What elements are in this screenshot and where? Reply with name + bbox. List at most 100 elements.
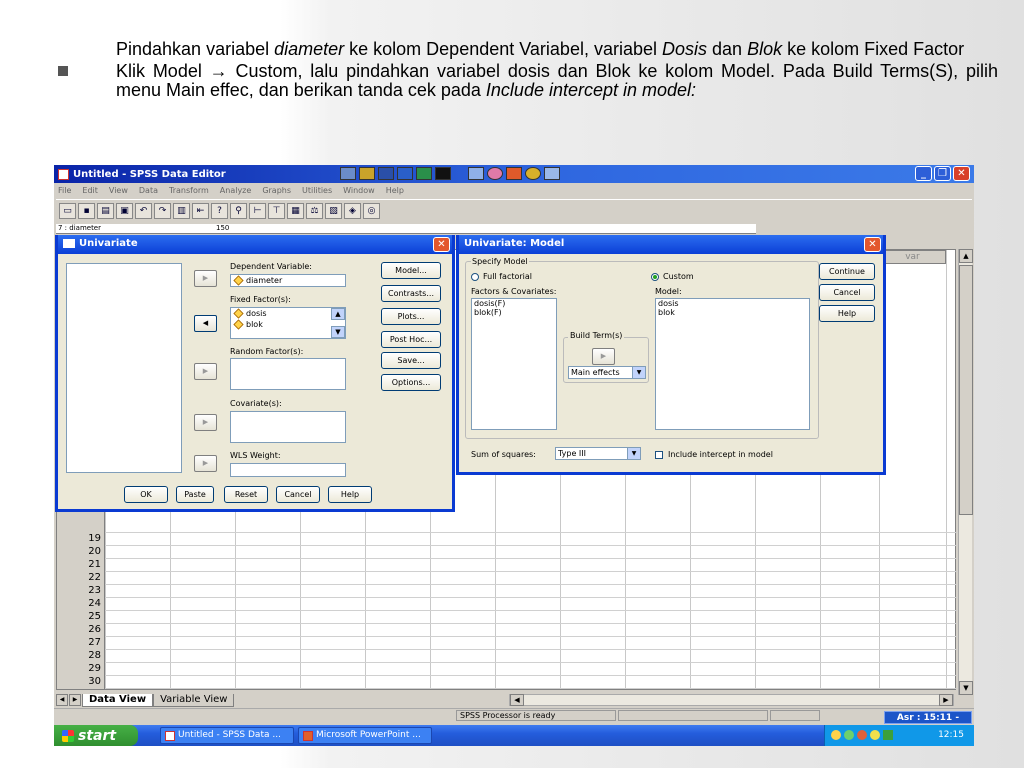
table-row[interactable]: 27 <box>57 637 957 650</box>
table-row[interactable]: 19 <box>57 533 957 546</box>
model-terms-list[interactable]: dosis blok <box>655 298 810 430</box>
start-button[interactable]: start <box>54 725 138 746</box>
chat-icon[interactable] <box>487 167 503 180</box>
network-icon[interactable] <box>340 167 356 180</box>
vertical-scrollbar[interactable]: ▲ ▼ <box>958 249 973 695</box>
table-row[interactable] <box>57 520 957 533</box>
scroll-down-icon[interactable]: ▼ <box>959 681 973 695</box>
cmd-icon[interactable] <box>435 167 451 180</box>
scroll-up-icon[interactable]: ▲ <box>959 249 973 263</box>
find-icon[interactable]: ⚲ <box>230 202 247 219</box>
row-number[interactable]: 23 <box>57 585 105 598</box>
table-row[interactable]: 30 <box>57 676 957 689</box>
row-number[interactable]: 27 <box>57 637 105 650</box>
row-number[interactable]: 22 <box>57 572 105 585</box>
goto-chart-icon[interactable]: ▥ <box>173 202 190 219</box>
globe-icon[interactable] <box>525 167 541 180</box>
list-item[interactable]: blok(F) <box>474 308 556 317</box>
excel-icon[interactable] <box>416 167 432 180</box>
build-term-arrow-icon[interactable]: ▶ <box>592 348 615 365</box>
tray-messenger-icon[interactable] <box>857 730 867 740</box>
restore-icon[interactable]: ❐ <box>934 166 951 181</box>
menu-data[interactable]: Data <box>139 186 158 195</box>
reset-button[interactable]: Reset <box>224 486 268 503</box>
tz-icon[interactable] <box>378 167 394 180</box>
messenger-icon[interactable] <box>506 167 522 180</box>
save-icon[interactable]: ▪ <box>78 202 95 219</box>
list-item[interactable]: blok <box>233 319 345 330</box>
menu-graphs[interactable]: Graphs <box>262 186 291 195</box>
scroll-up-icon[interactable]: ▲ <box>331 308 345 320</box>
menu-help[interactable]: Help <box>386 186 404 195</box>
menu-view[interactable]: View <box>109 186 128 195</box>
row-number[interactable]: 26 <box>57 624 105 637</box>
help-button[interactable]: Help <box>328 486 372 503</box>
chevron-down-icon[interactable]: ▼ <box>627 448 640 459</box>
row-number[interactable]: 24 <box>57 598 105 611</box>
desktop-icon[interactable] <box>544 167 560 180</box>
undo-icon[interactable]: ↶ <box>135 202 152 219</box>
move-wls-arrow-icon[interactable]: ▶ <box>194 455 217 472</box>
select-cases-icon[interactable]: ▧ <box>325 202 342 219</box>
source-variable-list[interactable] <box>66 263 182 473</box>
list-item[interactable]: dosis <box>233 308 345 319</box>
scroll-down-icon[interactable]: ▼ <box>331 326 345 338</box>
row-number[interactable]: 25 <box>57 611 105 624</box>
cell-value[interactable]: 150 <box>216 224 229 232</box>
word-icon[interactable] <box>397 167 413 180</box>
move-covariate-arrow-icon[interactable]: ▶ <box>194 414 217 431</box>
table-row[interactable]: 25 <box>57 611 957 624</box>
chevron-down-icon[interactable]: ▼ <box>632 367 645 378</box>
model-button[interactable]: Model... <box>381 262 441 279</box>
factors-covariates-list[interactable]: dosis(F) blok(F) <box>471 298 557 430</box>
ok-button[interactable]: OK <box>124 486 168 503</box>
scroll-thumb[interactable] <box>959 265 973 515</box>
table-row[interactable]: 24 <box>57 598 957 611</box>
row-number[interactable]: 30 <box>57 676 105 689</box>
var-column-header[interactable]: var <box>879 250 946 264</box>
build-term-select[interactable]: Main effects ▼ <box>568 366 646 379</box>
table-row[interactable]: 22 <box>57 572 957 585</box>
covariate-list[interactable] <box>230 411 346 443</box>
table-row[interactable]: 23 <box>57 585 957 598</box>
tab-right-icon[interactable]: ▶ <box>69 694 81 706</box>
custom-radio[interactable]: Custom <box>651 272 694 281</box>
insert-case-icon[interactable]: ⊢ <box>249 202 266 219</box>
tray-network-icon[interactable] <box>844 730 854 740</box>
insert-variable-icon[interactable]: ⊤ <box>268 202 285 219</box>
row-number[interactable]: 28 <box>57 650 105 663</box>
menu-window[interactable]: Window <box>343 186 375 195</box>
random-factor-list[interactable] <box>230 358 346 390</box>
close-icon[interactable]: ✕ <box>433 237 450 252</box>
tab-data-view[interactable]: Data View <box>82 693 154 707</box>
fixed-factor-list[interactable]: dosis blok ▲ ▼ <box>230 307 346 339</box>
help-button[interactable]: Help <box>819 305 875 322</box>
row-number[interactable]: 20 <box>57 546 105 559</box>
taskbar-item-powerpoint[interactable]: Microsoft PowerPoint ... <box>298 727 432 744</box>
close-icon[interactable]: ✕ <box>953 166 970 181</box>
scroll-right-icon[interactable]: ▶ <box>939 694 953 706</box>
dialog-recall-icon[interactable]: ▣ <box>116 202 133 219</box>
plots-button[interactable]: Plots... <box>381 308 441 325</box>
menu-utilities[interactable]: Utilities <box>302 186 332 195</box>
row-number[interactable]: 29 <box>57 663 105 676</box>
menu-edit[interactable]: Edit <box>82 186 98 195</box>
table-row[interactable]: 20 <box>57 546 957 559</box>
options-button[interactable]: Options... <box>381 374 441 391</box>
row-number[interactable]: 19 <box>57 533 105 546</box>
save-button[interactable]: Save... <box>381 352 441 369</box>
tab-left-icon[interactable]: ◀ <box>56 694 68 706</box>
close-icon[interactable]: ✕ <box>864 237 881 252</box>
minimize-icon[interactable]: _ <box>915 166 932 181</box>
use-sets-icon[interactable]: ◎ <box>363 202 380 219</box>
tray-volume-icon[interactable] <box>831 730 841 740</box>
list-item[interactable]: dosis(F) <box>474 299 556 308</box>
list-item[interactable]: dosis <box>658 299 809 308</box>
split-file-icon[interactable]: ▦ <box>287 202 304 219</box>
goto-case-icon[interactable]: ⇤ <box>192 202 209 219</box>
horizontal-scrollbar[interactable]: ◀ ▶ <box>509 694 954 706</box>
table-row[interactable]: 21 <box>57 559 957 572</box>
weight-cases-icon[interactable]: ⚖ <box>306 202 323 219</box>
redo-icon[interactable]: ↷ <box>154 202 171 219</box>
include-intercept-checkbox[interactable]: Include intercept in model <box>655 450 773 459</box>
